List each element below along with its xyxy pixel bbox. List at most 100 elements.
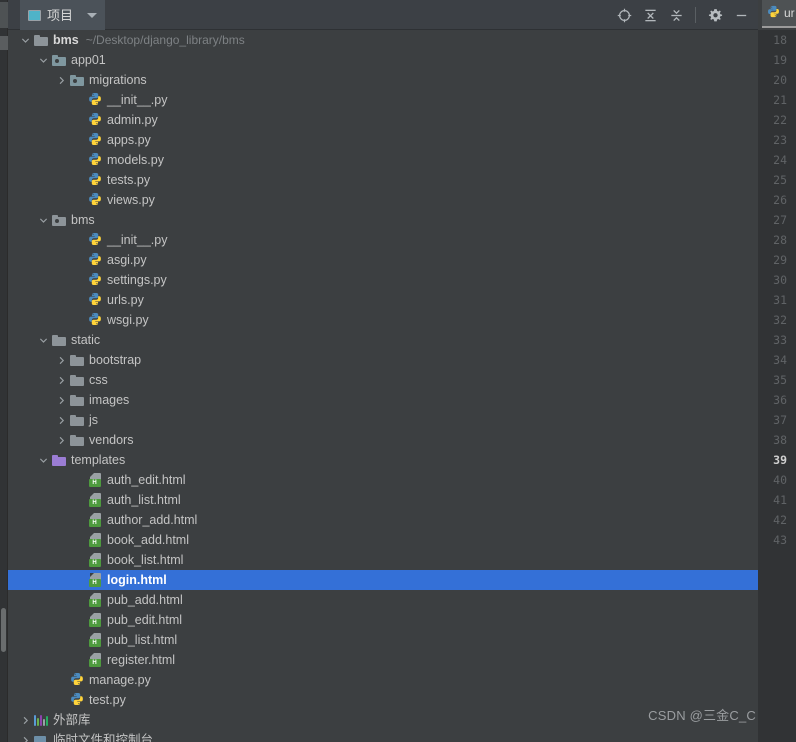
tree-row[interactable]: Hbook_list.html: [8, 550, 758, 570]
expand-all-icon[interactable]: [665, 4, 687, 26]
tree-row[interactable]: asgi.py: [8, 250, 758, 270]
tree-row[interactable]: __init__.py: [8, 230, 758, 250]
tree-row[interactable]: settings.py: [8, 270, 758, 290]
tree-node-icon: [86, 90, 104, 110]
left-strip-project-tab[interactable]: [0, 2, 8, 28]
chevron-down-icon[interactable]: [36, 210, 50, 230]
tree-row[interactable]: Hpub_edit.html: [8, 610, 758, 630]
tree-node-icon: H: [86, 550, 104, 570]
html-file-icon: H: [88, 593, 102, 607]
tree-row[interactable]: bms: [8, 210, 758, 230]
tree-row[interactable]: admin.py: [8, 110, 758, 130]
settings-gear-icon[interactable]: [704, 4, 726, 26]
tree-vertical-scrollbar[interactable]: [1, 608, 6, 652]
tree-row[interactable]: images: [8, 390, 758, 410]
left-tool-strip[interactable]: [0, 0, 8, 742]
gutter-line-number: 39: [773, 453, 787, 467]
source-folder-icon: [52, 54, 66, 66]
project-tab[interactable]: 项目: [20, 0, 106, 30]
folder-icon: [70, 354, 84, 366]
chevron-right-icon[interactable]: [54, 390, 68, 410]
tree-row[interactable]: bootstrap: [8, 350, 758, 370]
tree-row-selected[interactable]: Hlogin.html: [8, 570, 758, 590]
tree-row[interactable]: Hpub_add.html: [8, 590, 758, 610]
chevron-down-icon[interactable]: [18, 30, 32, 50]
tree-row[interactable]: templates: [8, 450, 758, 470]
tree-node-icon: [32, 30, 50, 50]
tree-node-icon: [86, 150, 104, 170]
tree-row[interactable]: tests.py: [8, 170, 758, 190]
chevron-right-icon[interactable]: [54, 350, 68, 370]
tree-node-icon: [86, 250, 104, 270]
tree-node-label: models.py: [107, 153, 164, 167]
tree-node-icon: [68, 70, 86, 90]
chevron-right-icon[interactable]: [54, 370, 68, 390]
gutter-line-number: 24: [773, 153, 787, 167]
tree-node-icon: [32, 730, 50, 742]
tree-row[interactable]: migrations: [8, 70, 758, 90]
tree-node-label: vendors: [89, 433, 134, 447]
tree-row[interactable]: Hbook_add.html: [8, 530, 758, 550]
tree-node-label: asgi.py: [107, 253, 147, 267]
folder-icon: [70, 414, 84, 426]
tree-node-icon: [50, 450, 68, 470]
tree-row[interactable]: bms ~/Desktop/django_library/bms: [8, 30, 758, 50]
chevron-right-icon[interactable]: [18, 730, 32, 742]
gutter-line-number: 33: [773, 333, 787, 347]
tree-node-label: apps.py: [107, 133, 151, 147]
tree-row[interactable]: app01: [8, 50, 758, 70]
project-tree[interactable]: bms ~/Desktop/django_library/bms app01 migr…: [8, 30, 758, 742]
tree-row[interactable]: Hpub_list.html: [8, 630, 758, 650]
chevron-down-icon[interactable]: [36, 330, 50, 350]
project-toolbar: 项目: [8, 0, 758, 30]
chevron-down-icon[interactable]: [87, 12, 98, 18]
chevron-right-icon[interactable]: [54, 70, 68, 90]
project-tab-label: 项目: [47, 7, 74, 23]
tree-row[interactable]: 临时文件和控制台: [8, 730, 758, 742]
tree-row[interactable]: apps.py: [8, 130, 758, 150]
tree-row[interactable]: js: [8, 410, 758, 430]
tree-row[interactable]: models.py: [8, 150, 758, 170]
chevron-right-icon[interactable]: [54, 430, 68, 450]
gutter-line-number: 25: [773, 173, 787, 187]
chevron-down-icon[interactable]: [36, 50, 50, 70]
chevron-down-icon[interactable]: [36, 450, 50, 470]
tree-node-label: bms: [71, 213, 95, 227]
tree-node-icon: [86, 110, 104, 130]
gutter-line-number: 41: [773, 493, 787, 507]
tree-row[interactable]: Hauthor_add.html: [8, 510, 758, 530]
locate-icon[interactable]: [613, 4, 635, 26]
chevron-right-icon[interactable]: [18, 710, 32, 730]
tree-node-icon: [86, 270, 104, 290]
chevron-right-icon[interactable]: [54, 410, 68, 430]
editor-tab-urls-py[interactable]: ur: [762, 0, 796, 28]
tree-row[interactable]: test.py: [8, 690, 758, 710]
python-file-icon: [88, 292, 102, 309]
tree-row[interactable]: __init__.py: [8, 90, 758, 110]
html-file-icon: H: [88, 613, 102, 627]
tree-node-label: pub_add.html: [107, 593, 183, 607]
tree-row[interactable]: manage.py: [8, 670, 758, 690]
tree-row[interactable]: Hauth_edit.html: [8, 470, 758, 490]
tree-row[interactable]: wsgi.py: [8, 310, 758, 330]
tree-row[interactable]: css: [8, 370, 758, 390]
collapse-all-icon[interactable]: [639, 4, 661, 26]
tree-row[interactable]: 外部库: [8, 710, 758, 730]
tree-row[interactable]: urls.py: [8, 290, 758, 310]
left-strip-secondary-tab[interactable]: [0, 36, 8, 50]
tree-row[interactable]: Hauth_list.html: [8, 490, 758, 510]
gutter-line-number: 34: [773, 353, 787, 367]
tree-row[interactable]: vendors: [8, 430, 758, 450]
gutter-line-number: 22: [773, 113, 787, 127]
tree-row[interactable]: Hregister.html: [8, 650, 758, 670]
html-file-icon: H: [88, 553, 102, 567]
tree-row[interactable]: views.py: [8, 190, 758, 210]
hide-minimize-icon[interactable]: [730, 4, 752, 26]
tree-row[interactable]: static: [8, 330, 758, 350]
